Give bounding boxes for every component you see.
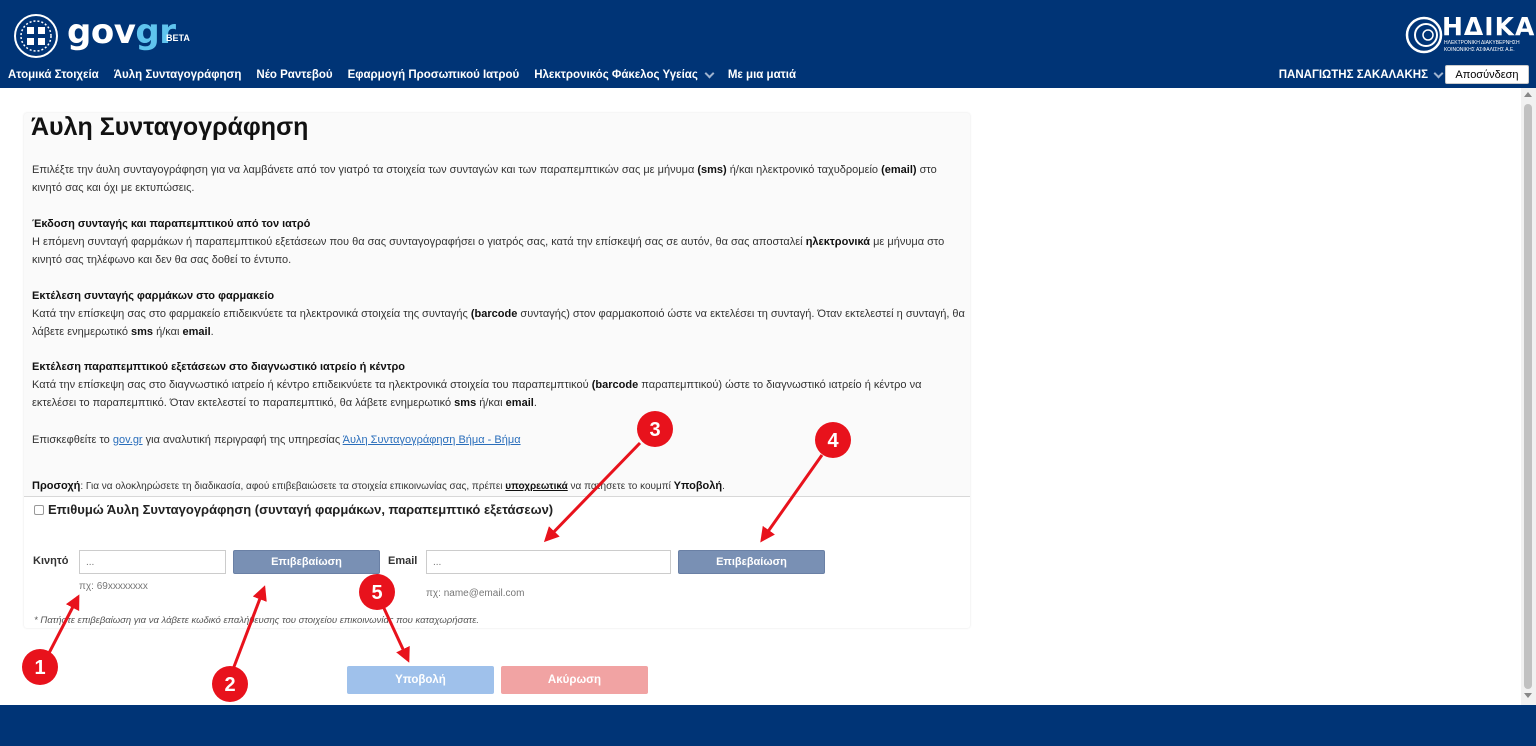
nav-personal-info[interactable]: Ατομικά Στοιχεία	[8, 69, 99, 81]
greek-emblem-icon	[14, 14, 58, 58]
cancel-button[interactable]: Ακύρωση	[501, 666, 648, 694]
submit-button[interactable]: Υποβολή	[347, 666, 494, 694]
attention-text: Προσοχή: Για να ολοκληρώσετε τη διαδικασ…	[32, 480, 725, 492]
opt-in-label[interactable]: Επιθυμώ Άυλη Συνταγογράφηση (συνταγή φαρ…	[48, 502, 553, 517]
top-header: govgr BETA ΗΔΙΚΑ ΗΛΕΚΤΡΟΝΙΚΗ ΔΙΑΚΥΒΕΡΝΗΣ…	[0, 0, 1536, 88]
intro-text: Επιλέξτε την άυλη συνταγογράφηση για να …	[32, 164, 937, 194]
page-footer	[0, 705, 1536, 746]
mobile-confirm-button[interactable]: Επιβεβαίωση	[233, 550, 380, 574]
section-pharmacy: Εκτέλεση συνταγής φαρμάκων στο φαρμακείο…	[32, 290, 965, 338]
opt-in-checkbox[interactable]	[34, 505, 44, 515]
mobile-label: Κινητό	[33, 555, 69, 567]
step-by-step-link[interactable]: Άυλη Συνταγογράφηση Βήμα - Βήμα	[343, 434, 521, 446]
govgr-link[interactable]: gov.gr	[113, 434, 143, 446]
idika-logo-icon	[1405, 16, 1443, 54]
govgr-logo[interactable]: govgr	[67, 12, 176, 52]
idika-logo-text: ΗΔΙΚΑ	[1442, 12, 1536, 41]
chevron-down-icon	[1433, 68, 1444, 78]
beta-badge: BETA	[166, 33, 190, 43]
section-issue: Έκδοση συνταγής και παραπεμπτικού από το…	[32, 218, 945, 266]
section-title: Εκτέλεση παραπεμπτικού εξετάσεων στο δια…	[32, 361, 406, 373]
visit-text: Επισκεφθείτε το gov.gr για αναλυτική περ…	[32, 434, 521, 446]
email-confirm-button[interactable]: Επιβεβαίωση	[678, 550, 825, 574]
user-menu[interactable]: ΠΑΝΑΓΙΩΤΗΣ ΣΑΚΑΛΑΚΗΣ	[1279, 68, 1444, 81]
main-nav: Ατομικά Στοιχεία Άυλη Συνταγογράφηση Νέο…	[8, 68, 796, 81]
email-label: Email	[388, 555, 418, 567]
logout-button[interactable]: Αποσύνδεση	[1445, 65, 1529, 84]
mobile-hint: πχ: 69xxxxxxxx	[79, 581, 148, 592]
nav-health-record[interactable]: Ηλεκτρονικός Φάκελος Υγείας	[534, 68, 715, 81]
idika-logo-subtitle: ΗΛΕΚΤΡΟΝΙΚΗ ΔΙΑΚΥΒΕΡΝΗΣΗ ΚΟΙΝΩΝΙΚΗΣ ΑΣΦΑ…	[1444, 40, 1520, 53]
nav-e-prescription[interactable]: Άυλη Συνταγογράφηση	[114, 69, 242, 81]
email-hint: πχ: name@email.com	[426, 588, 525, 599]
mobile-input[interactable]	[79, 550, 226, 574]
page-title: Άυλη Συνταγογράφηση	[31, 113, 309, 141]
nav-personal-doctor[interactable]: Εφαρμογή Προσωπικού Ιατρού	[348, 69, 520, 81]
confirm-note: * Πατήστε επιβεβαίωση για να λάβετε κωδι…	[34, 615, 480, 626]
nav-at-a-glance[interactable]: Με μια ματιά	[728, 69, 796, 81]
section-title: Έκδοση συνταγής και παραπεμπτικού από το…	[32, 218, 311, 230]
scroll-up-icon[interactable]	[1524, 92, 1532, 97]
section-title: Εκτέλεση συνταγής φαρμάκων στο φαρμακείο	[32, 290, 275, 302]
scroll-down-icon[interactable]	[1524, 693, 1532, 698]
chevron-down-icon	[704, 68, 715, 78]
section-diagnostic: Εκτέλεση παραπεμπτικού εξετάσεων στο δια…	[32, 361, 922, 409]
email-input[interactable]	[426, 550, 671, 574]
nav-new-appointment[interactable]: Νέο Ραντεβού	[256, 69, 332, 81]
scrollbar-thumb[interactable]	[1524, 104, 1532, 689]
